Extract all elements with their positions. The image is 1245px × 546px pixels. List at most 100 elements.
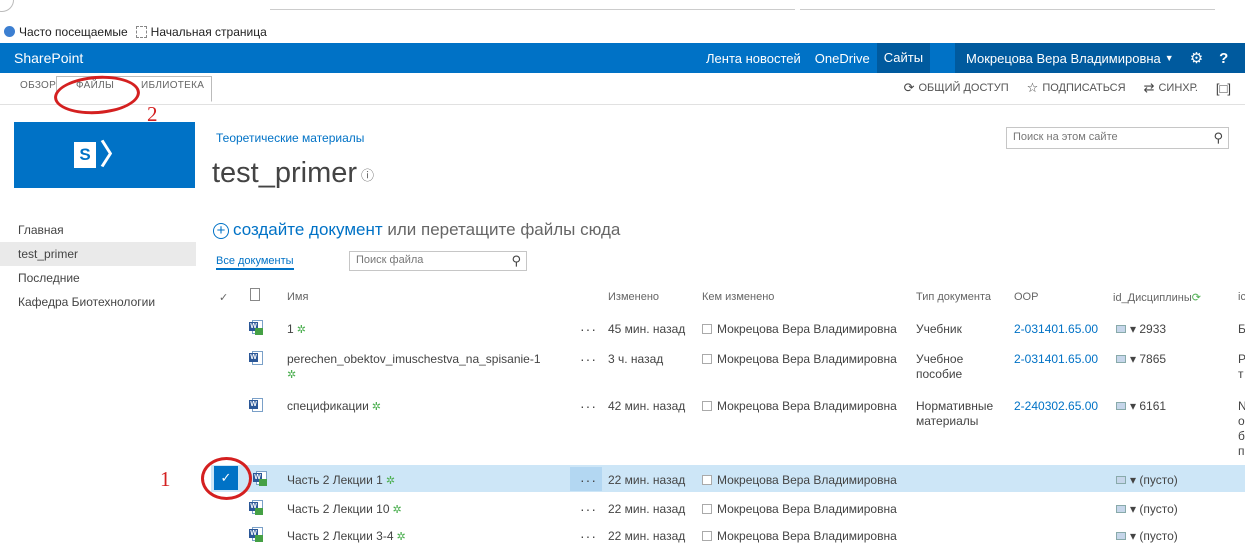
extra-value: Б (1238, 322, 1245, 336)
nav-item-test-primer[interactable]: test_primer (0, 242, 196, 266)
modified-by[interactable]: Мокрецова Вера Владимировна (702, 399, 897, 414)
site-search-placeholder: Поиск на этом сайте (1013, 131, 1118, 143)
annotation-ellipse-checkbox (201, 457, 252, 500)
search-bar-edge (800, 9, 1215, 10)
site-logo[interactable]: S 〉 (14, 122, 195, 188)
new-document-bar: + создайте документ или перетащите файлы … (213, 220, 620, 240)
row-menu-button[interactable]: ··· (580, 351, 597, 367)
tab-browse[interactable]: ОБЗОР (20, 80, 56, 91)
word-doc-icon: W (249, 527, 263, 542)
column-header-modified[interactable]: Изменено (608, 291, 659, 303)
ribbon-actions: ⟳ ОБЩИЙ ДОСТУП ☆ ПОДПИСАТЬСЯ ⇄ СИНХР. [□… (904, 80, 1231, 96)
id-discipline-value[interactable]: ▾ 2933 (1116, 322, 1166, 337)
modified-by[interactable]: Мокрецова Вера Владимировна (702, 529, 897, 544)
user-menu[interactable]: Мокрецова Вера Владимировна ▼ ⚙ ? (955, 43, 1245, 73)
page-icon (135, 25, 147, 38)
id-discipline-value[interactable]: ▾ (пусто) (1116, 529, 1178, 544)
file-search-input[interactable]: Поиск файла ⚲ (349, 251, 527, 271)
new-document-link[interactable]: создайте документ (233, 220, 383, 239)
row-menu-button[interactable]: ··· (580, 321, 597, 337)
info-icon[interactable]: ⓘ (361, 168, 374, 183)
modified-by[interactable]: Мокрецова Вера Владимировна (702, 322, 897, 337)
id-discipline-value[interactable]: ▾ (пусто) (1116, 502, 1178, 517)
modified-by[interactable]: Мокрецова Вера Владимировна (702, 352, 897, 367)
oop-link[interactable]: 2-031401.65.00 (1014, 322, 1098, 337)
modified-by[interactable]: Мокрецова Вера Владимировна (702, 502, 897, 517)
sync-button[interactable]: СИНХР. (1158, 82, 1197, 94)
nav-item-department[interactable]: Кафедра Биотехнологии (0, 290, 200, 314)
row-menu-button[interactable]: ··· (580, 472, 597, 488)
modified-value: 3 ч. назад (608, 352, 664, 366)
view-all-documents[interactable]: Все документы (216, 255, 294, 270)
new-icon: ✲ (385, 475, 396, 487)
suite-link-sites[interactable]: Сайты (876, 43, 931, 73)
file-name-link[interactable]: Часть 2 Лекции 1 ✲ (287, 473, 395, 489)
file-name-link[interactable]: спецификации ✲ (287, 399, 381, 415)
oop-link[interactable]: 2-240302.65.00 (1014, 399, 1098, 414)
follow-button[interactable]: ПОДПИСАТЬСЯ (1042, 82, 1125, 94)
new-icon: ✲ (396, 531, 406, 543)
browser-back-button[interactable] (0, 0, 14, 12)
modified-value: 45 мин. назад (608, 322, 686, 336)
suite-links: Лента новостей OneDrive Сайты (706, 43, 937, 73)
modified-by[interactable]: Мокрецова Вера Владимировна (702, 473, 897, 488)
brand-link[interactable]: SharePoint (14, 50, 83, 66)
help-icon[interactable]: ? (1219, 50, 1228, 67)
nav-item-home[interactable]: Главная (0, 218, 200, 242)
id-discipline-value[interactable]: ▾ 7865 (1116, 352, 1166, 367)
suite-link-newsfeed[interactable]: Лента новостей (706, 51, 801, 66)
word-doc-icon: W (249, 351, 263, 366)
id-discipline-value[interactable]: ▾ 6161 (1116, 399, 1166, 414)
row-menu-button[interactable]: ··· (580, 501, 597, 517)
address-bar-edge (270, 9, 795, 10)
column-header-extra[interactable]: ic (1238, 291, 1245, 303)
modified-value: 22 мин. назад (608, 529, 686, 543)
select-all-checkmark-icon[interactable]: ✓ (219, 291, 228, 304)
column-header-name[interactable]: Имя (287, 291, 308, 303)
search-icon[interactable]: ⚲ (511, 253, 521, 269)
word-doc-icon: W (249, 320, 263, 335)
column-header-modified-by[interactable]: Кем изменено (702, 291, 774, 303)
page-title-text: test_primer (212, 157, 358, 189)
user-name[interactable]: Мокрецова Вера Владимировна (966, 51, 1161, 66)
sharepoint-arrow-icon: 〉 (100, 139, 129, 170)
browser-toolbar (0, 0, 1245, 20)
column-header-oop[interactable]: ООР (1014, 291, 1038, 303)
annotation-number-1: 1 (160, 467, 171, 491)
column-header-id-discipline[interactable]: id_Дисциплины⟳ (1113, 291, 1201, 304)
focus-icon[interactable]: [□] (1216, 81, 1231, 96)
bookmark-home[interactable]: Начальная страница (151, 25, 267, 39)
bookmark-globe-icon (4, 26, 15, 37)
bookmark-frequent[interactable]: Часто посещаемые (19, 25, 128, 39)
extra-value: Р т (1238, 352, 1245, 381)
site-search-input[interactable]: Поиск на этом сайте ⚲ (1006, 127, 1229, 149)
gear-icon[interactable]: ⚙ (1190, 49, 1203, 67)
doc-type-header-icon (250, 288, 260, 301)
oop-link[interactable]: 2-031401.65.00 (1014, 352, 1098, 367)
share-button[interactable]: ОБЩИЙ ДОСТУП (919, 82, 1009, 94)
file-name-link[interactable]: perechen_obektov_imuschestva_na_spisanie… (287, 352, 562, 383)
modified-value: 22 мин. назад (608, 502, 686, 516)
word-doc-icon: W (249, 398, 263, 413)
column-header-doc-type[interactable]: Тип документа (916, 291, 991, 303)
new-icon: ✲ (287, 369, 297, 381)
suite-bar: SharePoint Лента новостей OneDrive Сайты… (0, 43, 1245, 73)
file-name-link[interactable]: Часть 2 Лекции 3-4 ✲ (287, 529, 406, 545)
search-icon[interactable]: ⚲ (1213, 130, 1223, 146)
new-icon: ✲ (392, 504, 402, 516)
new-icon: ✲ (371, 401, 382, 413)
new-icon: ✲ (296, 324, 306, 336)
breadcrumb[interactable]: Теоретические материалы (216, 131, 364, 145)
row-menu-button[interactable]: ··· (580, 398, 597, 414)
row-menu-button[interactable]: ··· (580, 528, 597, 544)
file-name-link[interactable]: 1 ✲ (287, 322, 306, 338)
page-title: test_primer ⓘ (212, 157, 374, 190)
file-name-link[interactable]: Часть 2 Лекции 10 ✲ (287, 502, 402, 518)
sharepoint-s-icon: S (74, 142, 96, 168)
bookmarks-bar: Часто посещаемые Начальная страница (0, 20, 1245, 43)
suite-link-onedrive[interactable]: OneDrive (815, 51, 870, 66)
tab-library[interactable]: ИБЛИОТЕКА (141, 80, 204, 91)
plus-icon[interactable]: + (213, 223, 229, 239)
nav-item-recent[interactable]: Последние (0, 266, 200, 290)
id-discipline-value[interactable]: ▾ (пусто) (1116, 473, 1178, 488)
